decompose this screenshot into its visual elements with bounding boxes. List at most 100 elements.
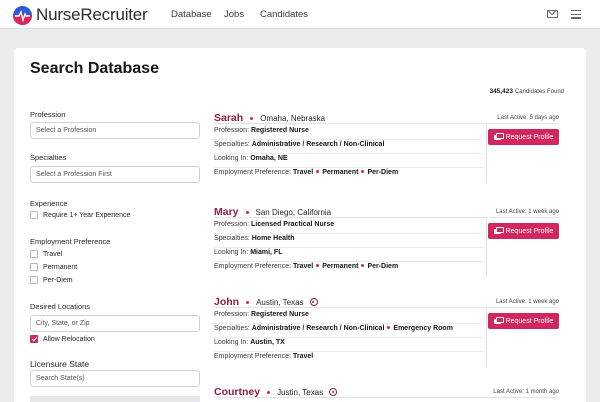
pref-dot bbox=[387, 326, 391, 330]
search-card: Search Database 345,423 Candidates Found … bbox=[14, 48, 586, 402]
request-profile-button[interactable]: Request Profile bbox=[488, 313, 559, 329]
candidate-location: Omaha, Nebraska bbox=[260, 113, 326, 123]
perdiem-option-label: Per-Diem bbox=[43, 276, 73, 284]
profession-label: Profession bbox=[30, 110, 66, 119]
travel-checkbox[interactable] bbox=[30, 250, 38, 258]
looking-in-key: Looking In: bbox=[214, 155, 249, 162]
permanent-option-label: Permanent bbox=[43, 263, 78, 271]
request-profile-button[interactable]: Request Profile bbox=[488, 223, 559, 239]
pref-travel: Travel bbox=[293, 353, 314, 360]
logo-icon bbox=[13, 5, 32, 25]
looking-in-value: Miami, FL bbox=[250, 249, 283, 256]
pref-dot bbox=[361, 170, 365, 174]
specialties-select[interactable]: Select a Profession First bbox=[30, 166, 200, 183]
employment-row: Employment Preference: Travel bbox=[214, 353, 484, 366]
nav-candidates[interactable]: Candidates bbox=[260, 9, 308, 20]
column-divider bbox=[486, 219, 487, 277]
permanent-checkbox[interactable] bbox=[30, 263, 38, 271]
profession-select[interactable]: Select a Profession bbox=[30, 122, 200, 139]
divider bbox=[214, 307, 559, 308]
locations-label: Desired Locations bbox=[30, 302, 91, 311]
menu-icon[interactable] bbox=[571, 10, 581, 19]
request-profile-label: Request Profile bbox=[505, 133, 554, 141]
specialties-row: Specialties: Home Health bbox=[214, 235, 484, 248]
pref-perdiem: Per-Diem bbox=[367, 169, 399, 176]
experience-option-label: Require 1+ Year Experience bbox=[43, 211, 131, 219]
relocation-checkbox-row[interactable]: Allow Relocation bbox=[30, 335, 95, 343]
employment-label: Employment Preference bbox=[30, 237, 111, 246]
pref-dot bbox=[316, 170, 320, 174]
chat-icon bbox=[493, 316, 504, 324]
looking-in-key: Looking In: bbox=[214, 249, 249, 256]
divider bbox=[214, 397, 559, 398]
looking-in-row: Looking In: Austin, TX bbox=[214, 339, 484, 352]
pref-travel: Travel bbox=[293, 263, 314, 270]
looking-in-value: Austin, TX bbox=[250, 339, 285, 346]
experience-checkbox[interactable] bbox=[30, 211, 38, 219]
specialties-value: Administrative / Research / Non-Clinical bbox=[251, 141, 385, 148]
specialties-label: Specialties bbox=[30, 153, 67, 162]
specialties-key: Specialties: bbox=[214, 325, 250, 332]
specialties-row: Specialties: Administrative / Research /… bbox=[214, 325, 484, 338]
chat-icon bbox=[493, 132, 504, 140]
pref-travel: Travel bbox=[293, 169, 314, 176]
brand-name: NurseRecruiter bbox=[36, 5, 148, 24]
perdiem-checkbox-row[interactable]: Per-Diem bbox=[30, 276, 73, 284]
looking-in-key: Looking In: bbox=[214, 339, 249, 346]
relocation-label: Allow Relocation bbox=[43, 335, 95, 343]
looking-in-row: Looking In: Omaha, NE bbox=[214, 155, 484, 168]
last-active: Last Active: 1 month ago bbox=[493, 389, 559, 395]
column-divider bbox=[486, 125, 487, 183]
specialties-key: Specialties: bbox=[214, 235, 250, 242]
candidate-location: Austin, Texas bbox=[256, 297, 304, 307]
candidate-location: San Diego, California bbox=[255, 207, 332, 217]
separator-dot bbox=[250, 116, 254, 120]
perdiem-checkbox[interactable] bbox=[30, 276, 38, 284]
separator-dot bbox=[246, 300, 250, 304]
filter-footer bbox=[30, 396, 200, 402]
brand-logo[interactable]: NurseRecruiter bbox=[13, 5, 148, 25]
looking-in-row: Looking In: Miami, FL bbox=[214, 249, 484, 262]
last-active: Last Active: 1 week ago bbox=[495, 209, 559, 215]
experience-checkbox-row[interactable]: Require 1+ Year Experience bbox=[30, 211, 130, 219]
profession-value: Registered Nurse bbox=[250, 127, 309, 134]
specialties-extra: Emergency Room bbox=[393, 325, 453, 332]
candidate-location: Justin, Texas bbox=[277, 387, 324, 397]
profession-key: Profession: bbox=[214, 311, 250, 318]
page-title: Search Database bbox=[30, 60, 159, 77]
pref-permanent: Permanent bbox=[322, 169, 359, 176]
pref-permanent: Permanent bbox=[322, 263, 359, 270]
employment-key: Employment Preference: bbox=[214, 353, 292, 360]
request-profile-button[interactable]: Request Profile bbox=[488, 129, 559, 145]
relocation-checkbox[interactable] bbox=[30, 335, 38, 343]
last-active: Last Active: 5 days ago bbox=[497, 115, 559, 121]
licensure-label: Licensure State bbox=[30, 359, 90, 369]
employment-key: Employment Preference: bbox=[214, 169, 292, 176]
top-navbar: NurseRecruiter Database Jobs Candidates bbox=[0, 0, 600, 29]
mail-icon[interactable] bbox=[547, 10, 558, 18]
employment-row: Employment Preference: Travel Permanent Pe… bbox=[214, 169, 484, 182]
chat-icon bbox=[493, 226, 504, 234]
profession-key: Profession: bbox=[214, 127, 250, 134]
request-profile-label: Request Profile bbox=[505, 317, 554, 325]
pref-perdiem: Per-Diem bbox=[367, 263, 399, 270]
pref-dot bbox=[316, 264, 320, 268]
licensure-input[interactable]: Search State(s) bbox=[30, 370, 200, 387]
pref-dot bbox=[361, 264, 365, 268]
nav-database[interactable]: Database bbox=[171, 9, 212, 20]
specialties-key: Specialties: bbox=[214, 141, 250, 148]
divider bbox=[214, 217, 559, 218]
separator-dot bbox=[267, 390, 271, 394]
specialties-row: Specialties: Administrative / Research /… bbox=[214, 141, 484, 154]
profession-row: Profession: Licensed Practical Nurse bbox=[214, 221, 484, 234]
divider bbox=[214, 123, 559, 124]
candidates-found: 345,423 Candidates Found bbox=[489, 88, 564, 95]
profession-row: Profession: Registered Nurse bbox=[214, 127, 484, 140]
travel-option-label: Travel bbox=[43, 250, 63, 258]
profession-key: Profession: bbox=[214, 221, 250, 228]
travel-checkbox-row[interactable]: Travel bbox=[30, 250, 62, 258]
profession-row: Profession: Registered Nurse bbox=[214, 311, 484, 324]
permanent-checkbox-row[interactable]: Permanent bbox=[30, 263, 77, 271]
nav-jobs[interactable]: Jobs bbox=[224, 9, 244, 20]
locations-input[interactable]: City, State, or Zip bbox=[30, 315, 200, 332]
